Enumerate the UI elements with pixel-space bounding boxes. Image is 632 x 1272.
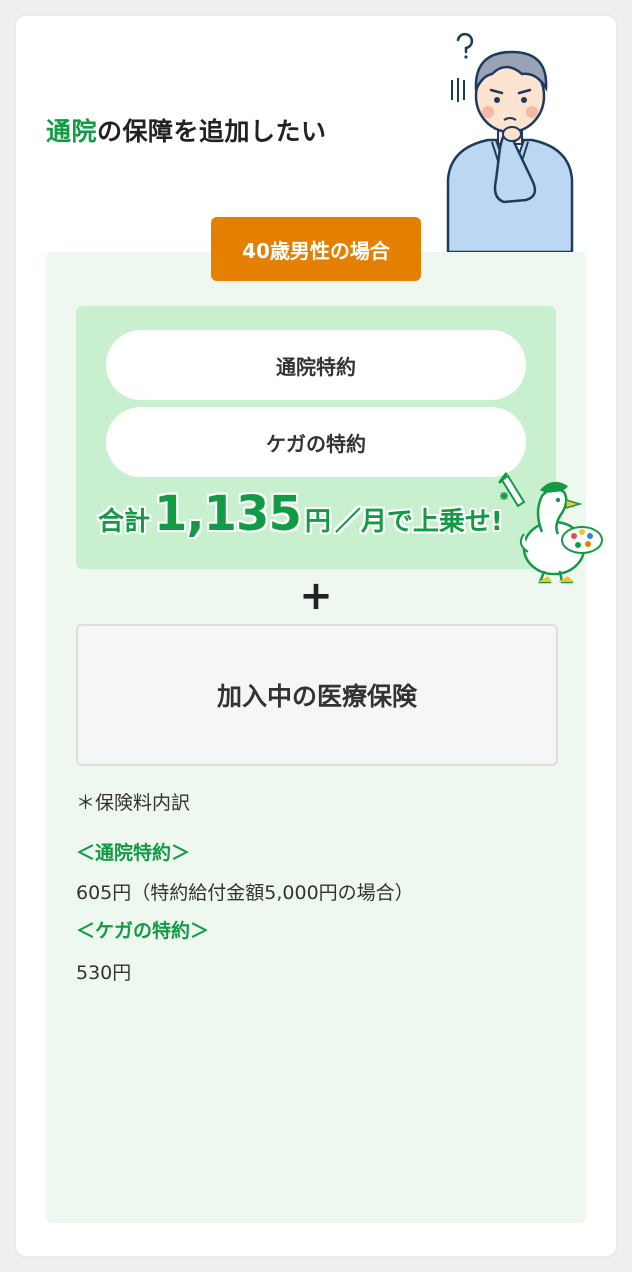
total-amount: 1,135 [154,486,302,542]
current-insurance-box: 加入中の医療保険 [76,624,558,766]
rider-pill-injury: ケガの特約 [106,407,526,477]
title-accent: 通院 [46,117,98,146]
breakdown-value-outpatient: 605円（特約給付金額5,000円の場合） [76,882,414,904]
total-premium-label: 合計 1,135 円 ／月で上乗せ! [98,486,503,556]
page-title: 通院の保障を追加したい [46,112,327,148]
breakdown-value-injury: 530円 [76,962,132,984]
plus-sign: + [299,573,333,619]
total-prefix: 合計 [98,507,151,537]
rider-pill-outpatient: 通院特約 [106,330,526,400]
worried-man-illustration [446,32,574,252]
breakdown-heading-injury: ＜ケガの特約＞ [76,920,210,942]
premium-breakdown-note: ＊保険料内訳 [76,792,191,814]
total-suffix: ／月で上乗せ! [334,507,503,537]
age-badge: 40歳男性の場合 [211,217,421,281]
breakdown-heading-outpatient: ＜通院特約＞ [76,842,191,864]
total-yen: 円 [304,507,331,537]
title-rest: の保障を追加したい [97,117,327,146]
duck-mascot-illustration [498,472,603,584]
